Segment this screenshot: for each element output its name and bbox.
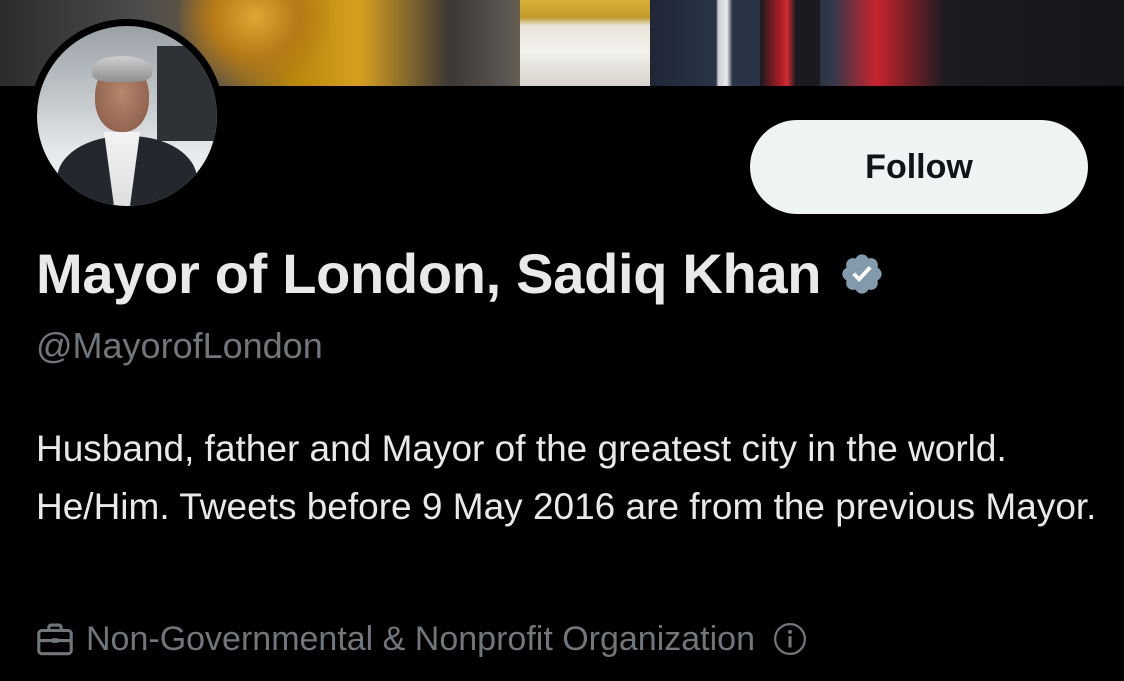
banner-detail <box>650 0 760 86</box>
avatar-photo <box>37 26 217 206</box>
info-icon[interactable] <box>773 622 807 656</box>
follow-button[interactable]: Follow <box>750 120 1088 214</box>
avatar-background <box>157 46 217 141</box>
profile-bio: Husband, father and Mayor of the greates… <box>36 428 1097 527</box>
category-label: Non-Governmental & Nonprofit Organizatio… <box>86 620 755 658</box>
briefcase-icon <box>37 623 73 656</box>
profile-category: Non-Governmental & Nonprofit Organizatio… <box>36 616 807 662</box>
banner-detail <box>520 0 650 86</box>
display-name: Mayor of London, Sadiq Khan <box>36 242 822 305</box>
profile-handle: @MayorofLondon <box>36 325 323 366</box>
avatar-hair <box>92 56 152 82</box>
profile-avatar[interactable] <box>30 19 224 213</box>
banner-detail <box>760 0 820 86</box>
verified-badge-icon[interactable] <box>839 251 885 297</box>
profile-name-row: Mayor of London, Sadiq Khan <box>36 238 885 310</box>
